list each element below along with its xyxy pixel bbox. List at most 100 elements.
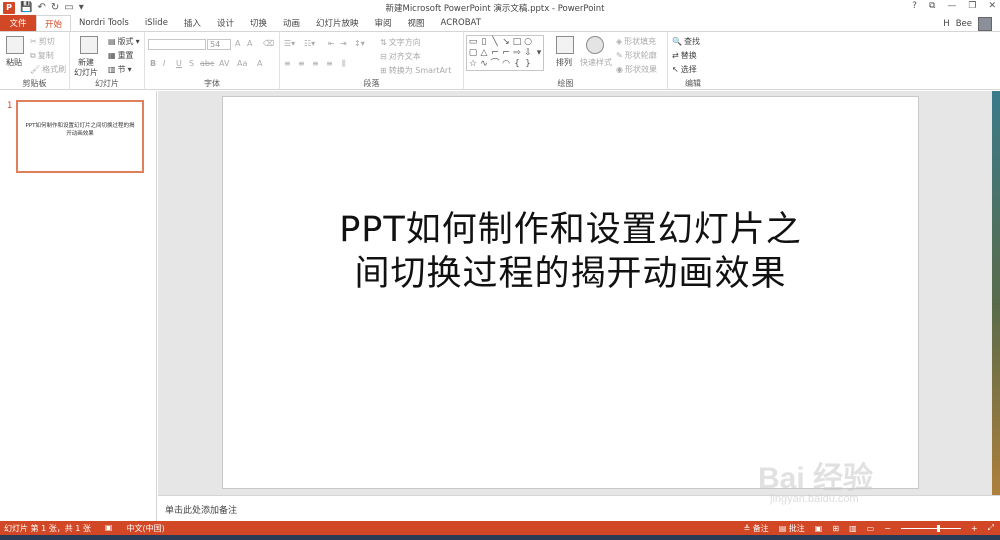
replace-button[interactable]: ⇄ 替换: [672, 50, 697, 61]
rectangle-shape-icon[interactable]: □: [512, 37, 522, 47]
shapes-gallery[interactable]: ▭ ▯ ╲ ↘ □ ○ ▢ △ ⌐ ⌐ ⇨ ⇩ ☆ ∿ ⌒ ◠ { } ▾: [466, 35, 544, 71]
zoom-slider-handle[interactable]: [936, 524, 940, 532]
paste-button[interactable]: 粘贴: [6, 57, 22, 68]
format-painter-button[interactable]: 🖌 格式刷: [30, 64, 66, 75]
freeform-shape-icon[interactable]: ∿: [479, 59, 489, 69]
tab-animations[interactable]: 动画: [275, 15, 308, 31]
curve-shape-icon[interactable]: ⌒: [490, 59, 500, 69]
arrange-icon[interactable]: [556, 36, 574, 54]
tab-view[interactable]: 视图: [400, 15, 433, 31]
change-case-button[interactable]: Aa: [237, 59, 247, 68]
brace-right-shape-icon[interactable]: }: [523, 59, 533, 69]
slide-sorter-view-icon[interactable]: ⊞: [832, 524, 839, 533]
italic-button[interactable]: I: [163, 59, 165, 68]
decrease-indent-icon[interactable]: ⇤: [328, 39, 335, 48]
arc-shape-icon[interactable]: ◠: [501, 59, 511, 69]
account-area[interactable]: H Bee: [943, 17, 992, 31]
tab-nordri-tools[interactable]: Nordri Tools: [71, 15, 137, 31]
down-arrow-shape-icon[interactable]: ⇩: [523, 48, 533, 58]
oval-shape-icon[interactable]: ○: [523, 37, 533, 47]
section-button[interactable]: ▥ 节 ▾: [108, 64, 132, 75]
triangle-shape-icon[interactable]: △: [479, 48, 489, 58]
language-status[interactable]: 中文(中国): [126, 523, 164, 534]
strikethrough-button[interactable]: abc: [200, 59, 214, 68]
slide-canvas[interactable]: PPT如何制作和设置幻灯片之 间切换过程的揭开动画效果: [222, 96, 919, 489]
comments-toggle-button[interactable]: ▤ 批注: [779, 523, 805, 534]
clear-format-icon[interactable]: ⌫: [263, 39, 274, 48]
tab-acrobat[interactable]: ACROBAT: [433, 15, 489, 31]
line-spacing-icon[interactable]: ↕▾: [354, 39, 365, 48]
minimize-icon[interactable]: —: [947, 1, 956, 11]
new-slide-icon[interactable]: [80, 36, 98, 54]
underline-button[interactable]: U: [176, 59, 182, 68]
char-spacing-button[interactable]: AV: [219, 59, 229, 68]
quick-styles-button[interactable]: 快速样式: [580, 57, 612, 68]
align-text-button[interactable]: ⊟ 对齐文本: [380, 51, 421, 62]
text-direction-button[interactable]: ⇅ 文字方向: [380, 37, 421, 48]
bullets-icon[interactable]: ☰▾: [284, 39, 295, 48]
font-name-box[interactable]: [148, 39, 206, 50]
tab-review[interactable]: 审阅: [367, 15, 400, 31]
select-button[interactable]: ↖ 选择: [672, 64, 697, 75]
tab-file[interactable]: 文件: [0, 15, 36, 31]
convert-smartart-button[interactable]: ⊞ 转换为 SmartArt: [380, 65, 451, 76]
increase-indent-icon[interactable]: ⇥: [340, 39, 347, 48]
tab-home[interactable]: 开始: [36, 15, 72, 31]
slide-show-view-icon[interactable]: ▭: [867, 524, 875, 533]
new-slide-label-2[interactable]: 幻灯片: [74, 67, 98, 78]
tab-islide[interactable]: iSlide: [137, 15, 176, 31]
justify-icon[interactable]: ≡: [326, 59, 333, 68]
right-arrow-shape-icon[interactable]: ⇨: [512, 48, 522, 58]
notes-toggle-button[interactable]: ≙ 备注: [743, 523, 768, 534]
spellcheck-icon[interactable]: ▣: [105, 523, 113, 534]
align-center-icon[interactable]: ≡: [298, 59, 305, 68]
reading-view-icon[interactable]: ▥: [849, 524, 857, 533]
shape-outline-button[interactable]: ✎ 形状轮廓: [616, 50, 657, 61]
shape-effects-button[interactable]: ◉ 形状效果: [616, 64, 657, 75]
grow-font-button[interactable]: A: [235, 39, 240, 48]
close-icon[interactable]: ✕: [988, 1, 996, 11]
gallery-more-icon[interactable]: ▾: [534, 48, 544, 58]
shadow-button[interactable]: S: [189, 59, 194, 68]
font-size-box[interactable]: 54: [207, 39, 231, 50]
avatar[interactable]: [978, 17, 992, 31]
columns-icon[interactable]: ⫼: [342, 59, 346, 69]
find-button[interactable]: 🔍 查找: [672, 36, 700, 47]
quick-styles-icon[interactable]: [586, 36, 604, 54]
fit-slide-icon[interactable]: ⤢: [988, 523, 994, 533]
zoom-in-button[interactable]: +: [971, 524, 978, 533]
line-shape-icon[interactable]: ╲: [490, 37, 500, 47]
elbow-connector-icon[interactable]: ⌐: [490, 48, 500, 58]
elbow-arrow-icon[interactable]: ⌐: [501, 48, 511, 58]
zoom-out-button[interactable]: −: [884, 524, 891, 533]
tab-design[interactable]: 设计: [209, 15, 242, 31]
normal-view-icon[interactable]: ▣: [815, 524, 823, 533]
ribbon-display-options-icon[interactable]: ⧉: [929, 1, 935, 11]
reset-button[interactable]: ▦ 重置: [108, 50, 134, 61]
rounded-rect-shape-icon[interactable]: ▢: [468, 48, 478, 58]
align-right-icon[interactable]: ≡: [312, 59, 319, 68]
tab-insert[interactable]: 插入: [176, 15, 209, 31]
layout-button[interactable]: ▤ 版式 ▾: [108, 36, 140, 47]
brace-left-shape-icon[interactable]: {: [512, 59, 522, 69]
arrow-line-shape-icon[interactable]: ↘: [501, 37, 511, 47]
maximize-icon[interactable]: ❐: [968, 1, 976, 11]
help-icon[interactable]: ?: [912, 1, 917, 11]
star-shape-icon[interactable]: ☆: [468, 59, 478, 69]
numbering-icon[interactable]: ☷▾: [304, 39, 315, 48]
tab-slide-show[interactable]: 幻灯片放映: [308, 15, 367, 31]
paste-icon[interactable]: [6, 36, 24, 54]
slide-thumbnail[interactable]: PPT如何制作和设置幻灯片之间切换过程的揭开动画效果: [16, 100, 144, 173]
shape-fill-button[interactable]: ◈ 形状填充: [616, 36, 656, 47]
align-left-icon[interactable]: ≡: [284, 59, 291, 68]
cut-button[interactable]: ✂ 剪切: [30, 36, 55, 47]
shrink-font-button[interactable]: A: [247, 39, 252, 48]
tab-transitions[interactable]: 切换: [242, 15, 275, 31]
zoom-slider[interactable]: [900, 524, 961, 532]
slide-title[interactable]: PPT如何制作和设置幻灯片之 间切换过程的揭开动画效果: [223, 208, 918, 296]
copy-button[interactable]: ⧉ 复制: [30, 50, 54, 61]
bold-button[interactable]: B: [150, 59, 156, 68]
font-color-icon[interactable]: A: [257, 59, 262, 68]
arrange-button[interactable]: 排列: [556, 57, 572, 68]
textbox-shape-icon[interactable]: ▭: [468, 37, 478, 47]
